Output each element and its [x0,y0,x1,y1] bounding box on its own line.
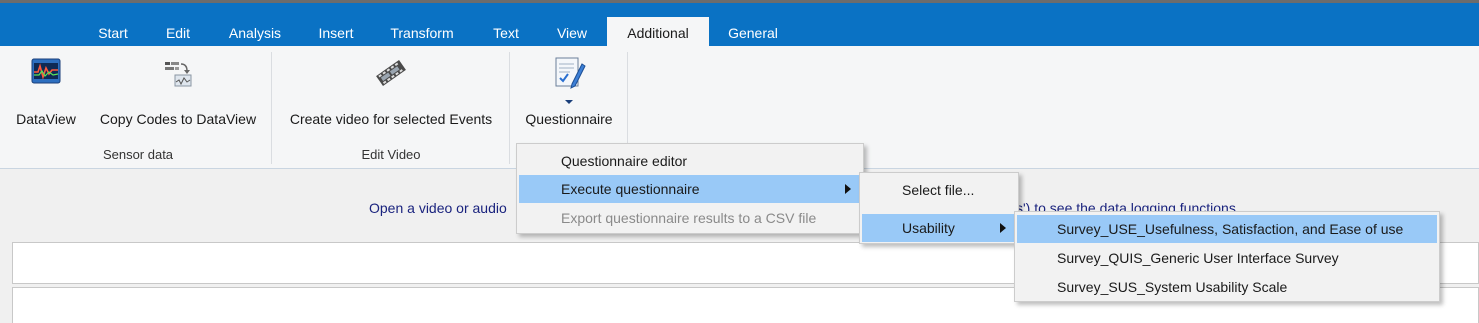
submenu-arrow-icon [845,184,851,194]
submenu-arrow-icon [1000,223,1006,233]
group-label-sensor-data: Sensor data [102,147,174,162]
ribbon-separator [509,52,510,164]
questionnaire-label: Questionnaire [525,111,613,127]
tab-analysis[interactable]: Analysis [212,17,298,49]
menu-item-questionnaire-editor[interactable]: Questionnaire editor [519,147,861,175]
menu-item-select-file[interactable]: Select file... [862,176,1016,204]
tab-start[interactable]: Start [82,17,144,49]
menu-item-execute-questionnaire[interactable]: Execute questionnaire [519,175,861,203]
tab-text[interactable]: Text [478,17,534,49]
tab-edit[interactable]: Edit [150,17,206,49]
copy-codes-label: Copy Codes to DataView [99,111,257,127]
usability-submenu: Survey_USE_Usefulness, Satisfaction, and… [1014,211,1440,302]
questionnaire-menu: Questionnaire editor Execute questionnai… [516,143,864,234]
create-video-button[interactable]: Create video for selected Events [280,46,502,148]
menu-item-survey-quis[interactable]: Survey_QUIS_Generic User Interface Surve… [1017,244,1437,272]
menu-item-survey-use[interactable]: Survey_USE_Usefulness, Satisfaction, and… [1017,215,1437,243]
menu-item-usability[interactable]: Usability [862,214,1016,242]
copy-codes-icon [163,58,193,91]
hint-text-left: Open a video or audio [369,200,507,216]
execute-questionnaire-submenu: Select file... Usability [859,172,1019,244]
dataview-icon [31,58,61,87]
tab-general[interactable]: General [715,17,791,49]
ribbon-separator [271,52,272,164]
menu-item-survey-sus[interactable]: Survey_SUS_System Usability Scale [1017,273,1437,301]
questionnaire-icon [552,56,586,95]
tab-insert[interactable]: Insert [303,17,369,49]
film-strip-icon [374,58,408,91]
tab-transform[interactable]: Transform [374,17,470,49]
tab-view[interactable]: View [540,17,604,49]
dataview-button[interactable]: DataView [8,46,84,148]
dataview-label: DataView [16,111,76,127]
group-label-edit-video: Edit Video [361,147,421,162]
copy-codes-button[interactable]: Copy Codes to DataView [90,46,266,148]
ribbon-tab-bar: Start Edit Analysis Insert Transform Tex… [0,0,1479,49]
create-video-label: Create video for selected Events [289,111,493,127]
tab-additional[interactable]: Additional [607,17,709,49]
menu-item-export-csv[interactable]: Export questionnaire results to a CSV fi… [519,204,861,232]
dropdown-arrow-icon [565,100,573,104]
